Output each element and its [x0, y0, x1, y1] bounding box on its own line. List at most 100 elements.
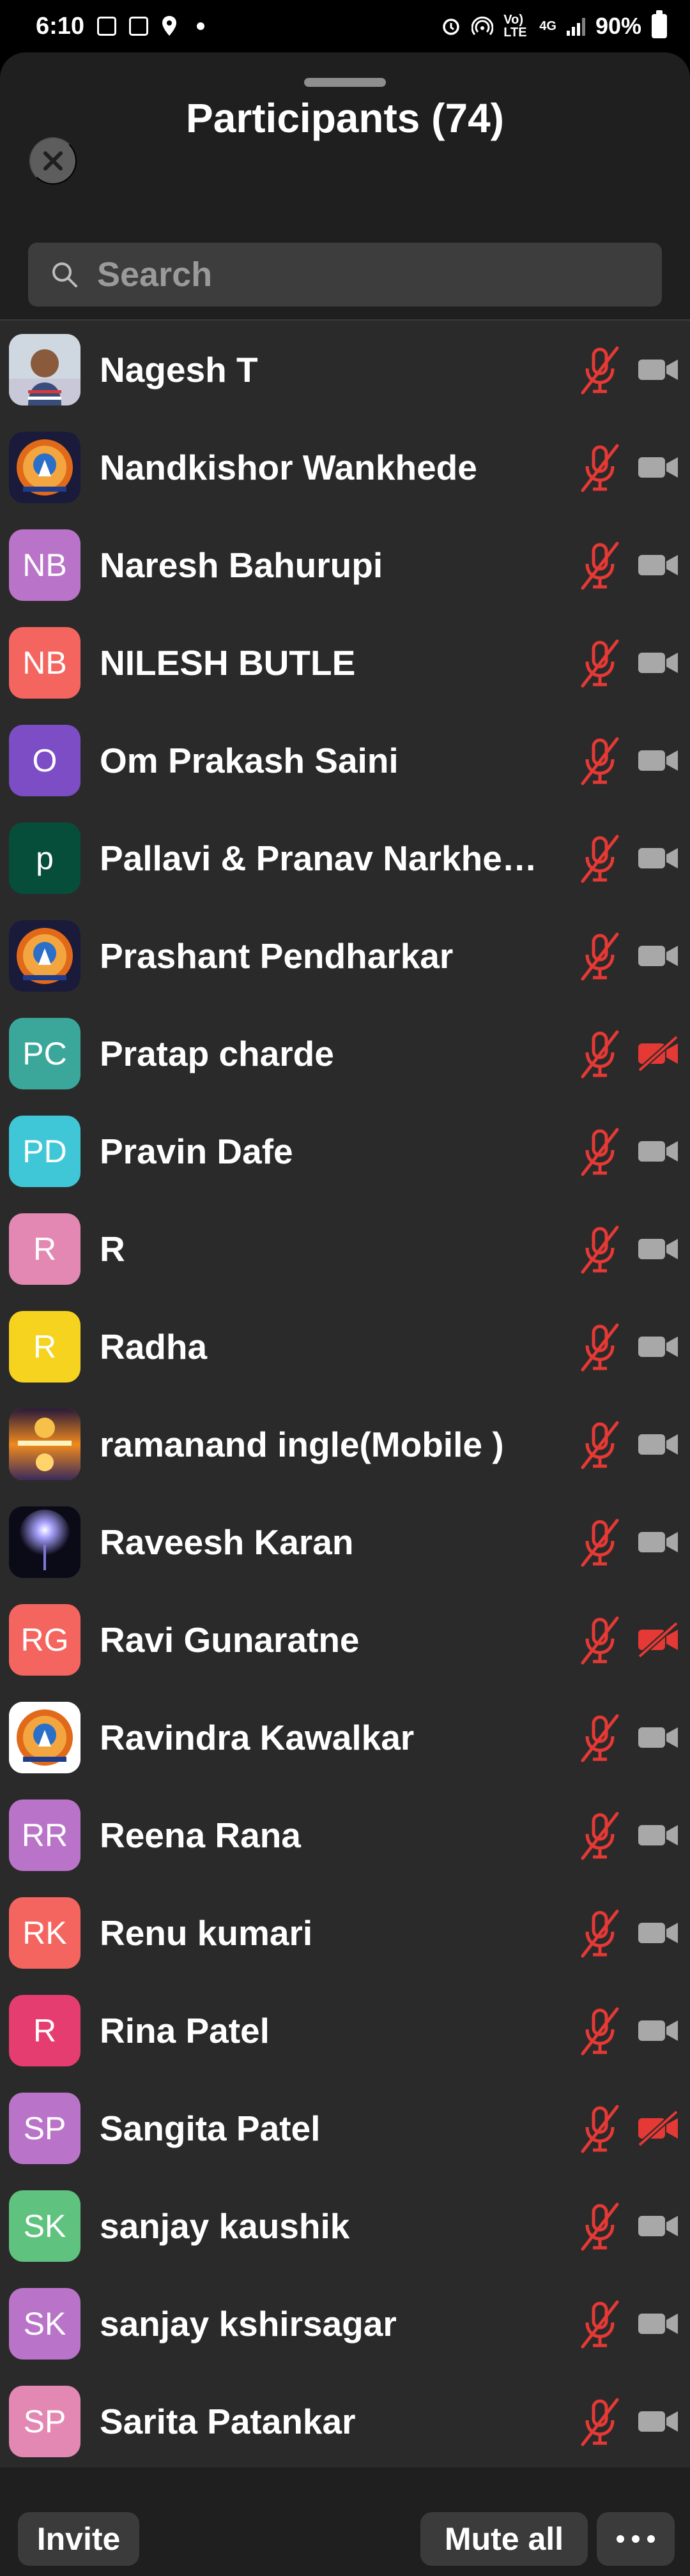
close-button[interactable]	[29, 137, 77, 185]
location-icon	[162, 16, 177, 36]
participant-row[interactable]: O Om Prakash Saini	[0, 711, 690, 809]
page-title: Participants (74)	[186, 95, 504, 141]
mute-all-button[interactable]: Mute all	[420, 2512, 588, 2566]
video-off-icon[interactable]	[636, 1914, 680, 1952]
participant-name: Nandkishor Wankhede	[100, 447, 477, 487]
participant-row[interactable]: Nagesh T	[0, 321, 690, 418]
status-time: 6:10	[36, 12, 85, 40]
mic-muted-icon[interactable]	[578, 2005, 622, 2056]
participant-row[interactable]: RR Reena Rana	[0, 1786, 690, 1884]
participant-row[interactable]: SP Sarita Patankar	[0, 2372, 690, 2470]
video-off-icon[interactable]	[636, 1132, 680, 1171]
avatar: R	[9, 1310, 80, 1383]
participant-list: Nagesh T Nandkishor Wankhede NB Naresh Bahu…	[0, 319, 690, 2467]
calendar-icon	[129, 17, 149, 36]
video-off-icon[interactable]	[636, 937, 680, 975]
participant-name: Om Prakash Saini	[100, 740, 399, 780]
participant-row[interactable]: RK Renu kumari	[0, 1884, 690, 1981]
mic-muted-icon[interactable]	[578, 540, 622, 591]
mic-muted-icon[interactable]	[578, 1517, 622, 1568]
video-off-icon[interactable]	[636, 1621, 680, 1659]
mic-muted-icon[interactable]	[578, 2103, 622, 2154]
mic-muted-icon[interactable]	[578, 1028, 622, 1079]
mic-muted-icon[interactable]	[578, 2298, 622, 2349]
video-off-icon[interactable]	[636, 546, 680, 584]
video-off-icon[interactable]	[636, 1230, 680, 1268]
avatar	[9, 1408, 80, 1480]
more-button[interactable]	[597, 2512, 675, 2566]
video-off-icon[interactable]	[636, 1816, 680, 1854]
participant-row[interactable]: PC Pratap charde	[0, 1004, 690, 1102]
video-off-icon[interactable]	[636, 351, 680, 389]
drag-handle[interactable]	[304, 78, 386, 87]
footer-bar: Invite Mute all	[0, 2467, 690, 2576]
video-off-icon[interactable]	[636, 1034, 680, 1073]
mic-muted-icon[interactable]	[578, 442, 622, 493]
video-off-icon[interactable]	[636, 2109, 680, 2148]
participant-name: Sangita Patel	[100, 2108, 321, 2148]
alarm-icon	[443, 19, 459, 35]
participant-row[interactable]: R Radha	[0, 1298, 690, 1395]
mic-muted-icon[interactable]	[578, 1224, 622, 1275]
avatar	[9, 333, 80, 405]
invite-button[interactable]: Invite	[18, 2512, 139, 2566]
mic-muted-icon[interactable]	[578, 1126, 622, 1177]
mic-muted-icon[interactable]	[578, 1321, 622, 1372]
mic-muted-icon[interactable]	[578, 833, 622, 884]
video-off-icon[interactable]	[636, 741, 680, 780]
search-input[interactable]	[97, 255, 647, 294]
participant-name: Rina Patel	[100, 2010, 270, 2050]
video-off-icon[interactable]	[636, 2012, 680, 2050]
participant-name: NILESH BUTLE	[100, 642, 356, 683]
mic-muted-icon[interactable]	[578, 1712, 622, 1763]
participant-row[interactable]: Prashant Pendharkar	[0, 907, 690, 1004]
avatar: SP	[9, 2385, 80, 2457]
participant-name: Sarita Patankar	[100, 2401, 356, 2441]
participant-row[interactable]: Ravindra Kawalkar	[0, 1688, 690, 1786]
participant-name: Raveesh Karan	[100, 1522, 354, 1562]
participant-name: ramanand ingle(Mobile )	[100, 1424, 504, 1464]
participant-row[interactable]: ramanand ingle(Mobile )	[0, 1395, 690, 1493]
participant-row[interactable]: SP Sangita Patel	[0, 2079, 690, 2177]
video-off-icon[interactable]	[636, 448, 680, 487]
video-off-icon[interactable]	[636, 2402, 680, 2441]
gallery-icon	[97, 17, 117, 36]
participant-row[interactable]: NB NILESH BUTLE	[0, 614, 690, 711]
mic-muted-icon[interactable]	[578, 637, 622, 688]
participant-name: Pratap charde	[100, 1033, 334, 1073]
video-off-icon[interactable]	[636, 839, 680, 877]
video-off-icon[interactable]	[636, 2207, 680, 2245]
participant-row[interactable]: Raveesh Karan	[0, 1493, 690, 1591]
video-off-icon[interactable]	[636, 1718, 680, 1757]
participant-row[interactable]: SK sanjay kshirsagar	[0, 2275, 690, 2372]
participant-row[interactable]: PD Pravin Dafe	[0, 1102, 690, 1200]
participant-row[interactable]: Nandkishor Wankhede	[0, 418, 690, 516]
participant-row[interactable]: NB Naresh Bahurupi	[0, 516, 690, 614]
mic-muted-icon[interactable]	[578, 735, 622, 786]
avatar: SK	[9, 2287, 80, 2360]
avatar: SP	[9, 2092, 80, 2164]
mic-muted-icon[interactable]	[578, 344, 622, 395]
mic-muted-icon[interactable]	[578, 1810, 622, 1861]
video-off-icon[interactable]	[636, 1425, 680, 1464]
mic-muted-icon[interactable]	[578, 1614, 622, 1665]
video-off-icon[interactable]	[636, 2305, 680, 2343]
participant-row[interactable]: RG Ravi Gunaratne	[0, 1591, 690, 1688]
video-off-icon[interactable]	[636, 644, 680, 682]
mic-muted-icon[interactable]	[578, 2396, 622, 2447]
search-bar[interactable]	[28, 243, 662, 307]
mic-muted-icon[interactable]	[578, 1907, 622, 1959]
avatar: NB	[9, 529, 80, 601]
video-off-icon[interactable]	[636, 1328, 680, 1366]
network-label: Vo) LTE	[503, 13, 527, 40]
mic-muted-icon[interactable]	[578, 2201, 622, 2252]
mic-muted-icon[interactable]	[578, 930, 622, 981]
participant-row[interactable]: SK sanjay kaushik	[0, 2177, 690, 2275]
participant-row[interactable]: RR	[0, 1200, 690, 1298]
video-off-icon[interactable]	[636, 1523, 680, 1561]
mic-muted-icon[interactable]	[578, 1419, 622, 1470]
participant-row[interactable]: p Pallavi & Pranav Narkhe…	[0, 809, 690, 907]
avatar: RK	[9, 1897, 80, 1969]
participant-row[interactable]: R Rina Patel	[0, 1981, 690, 2079]
avatar: RR	[9, 1799, 80, 1871]
